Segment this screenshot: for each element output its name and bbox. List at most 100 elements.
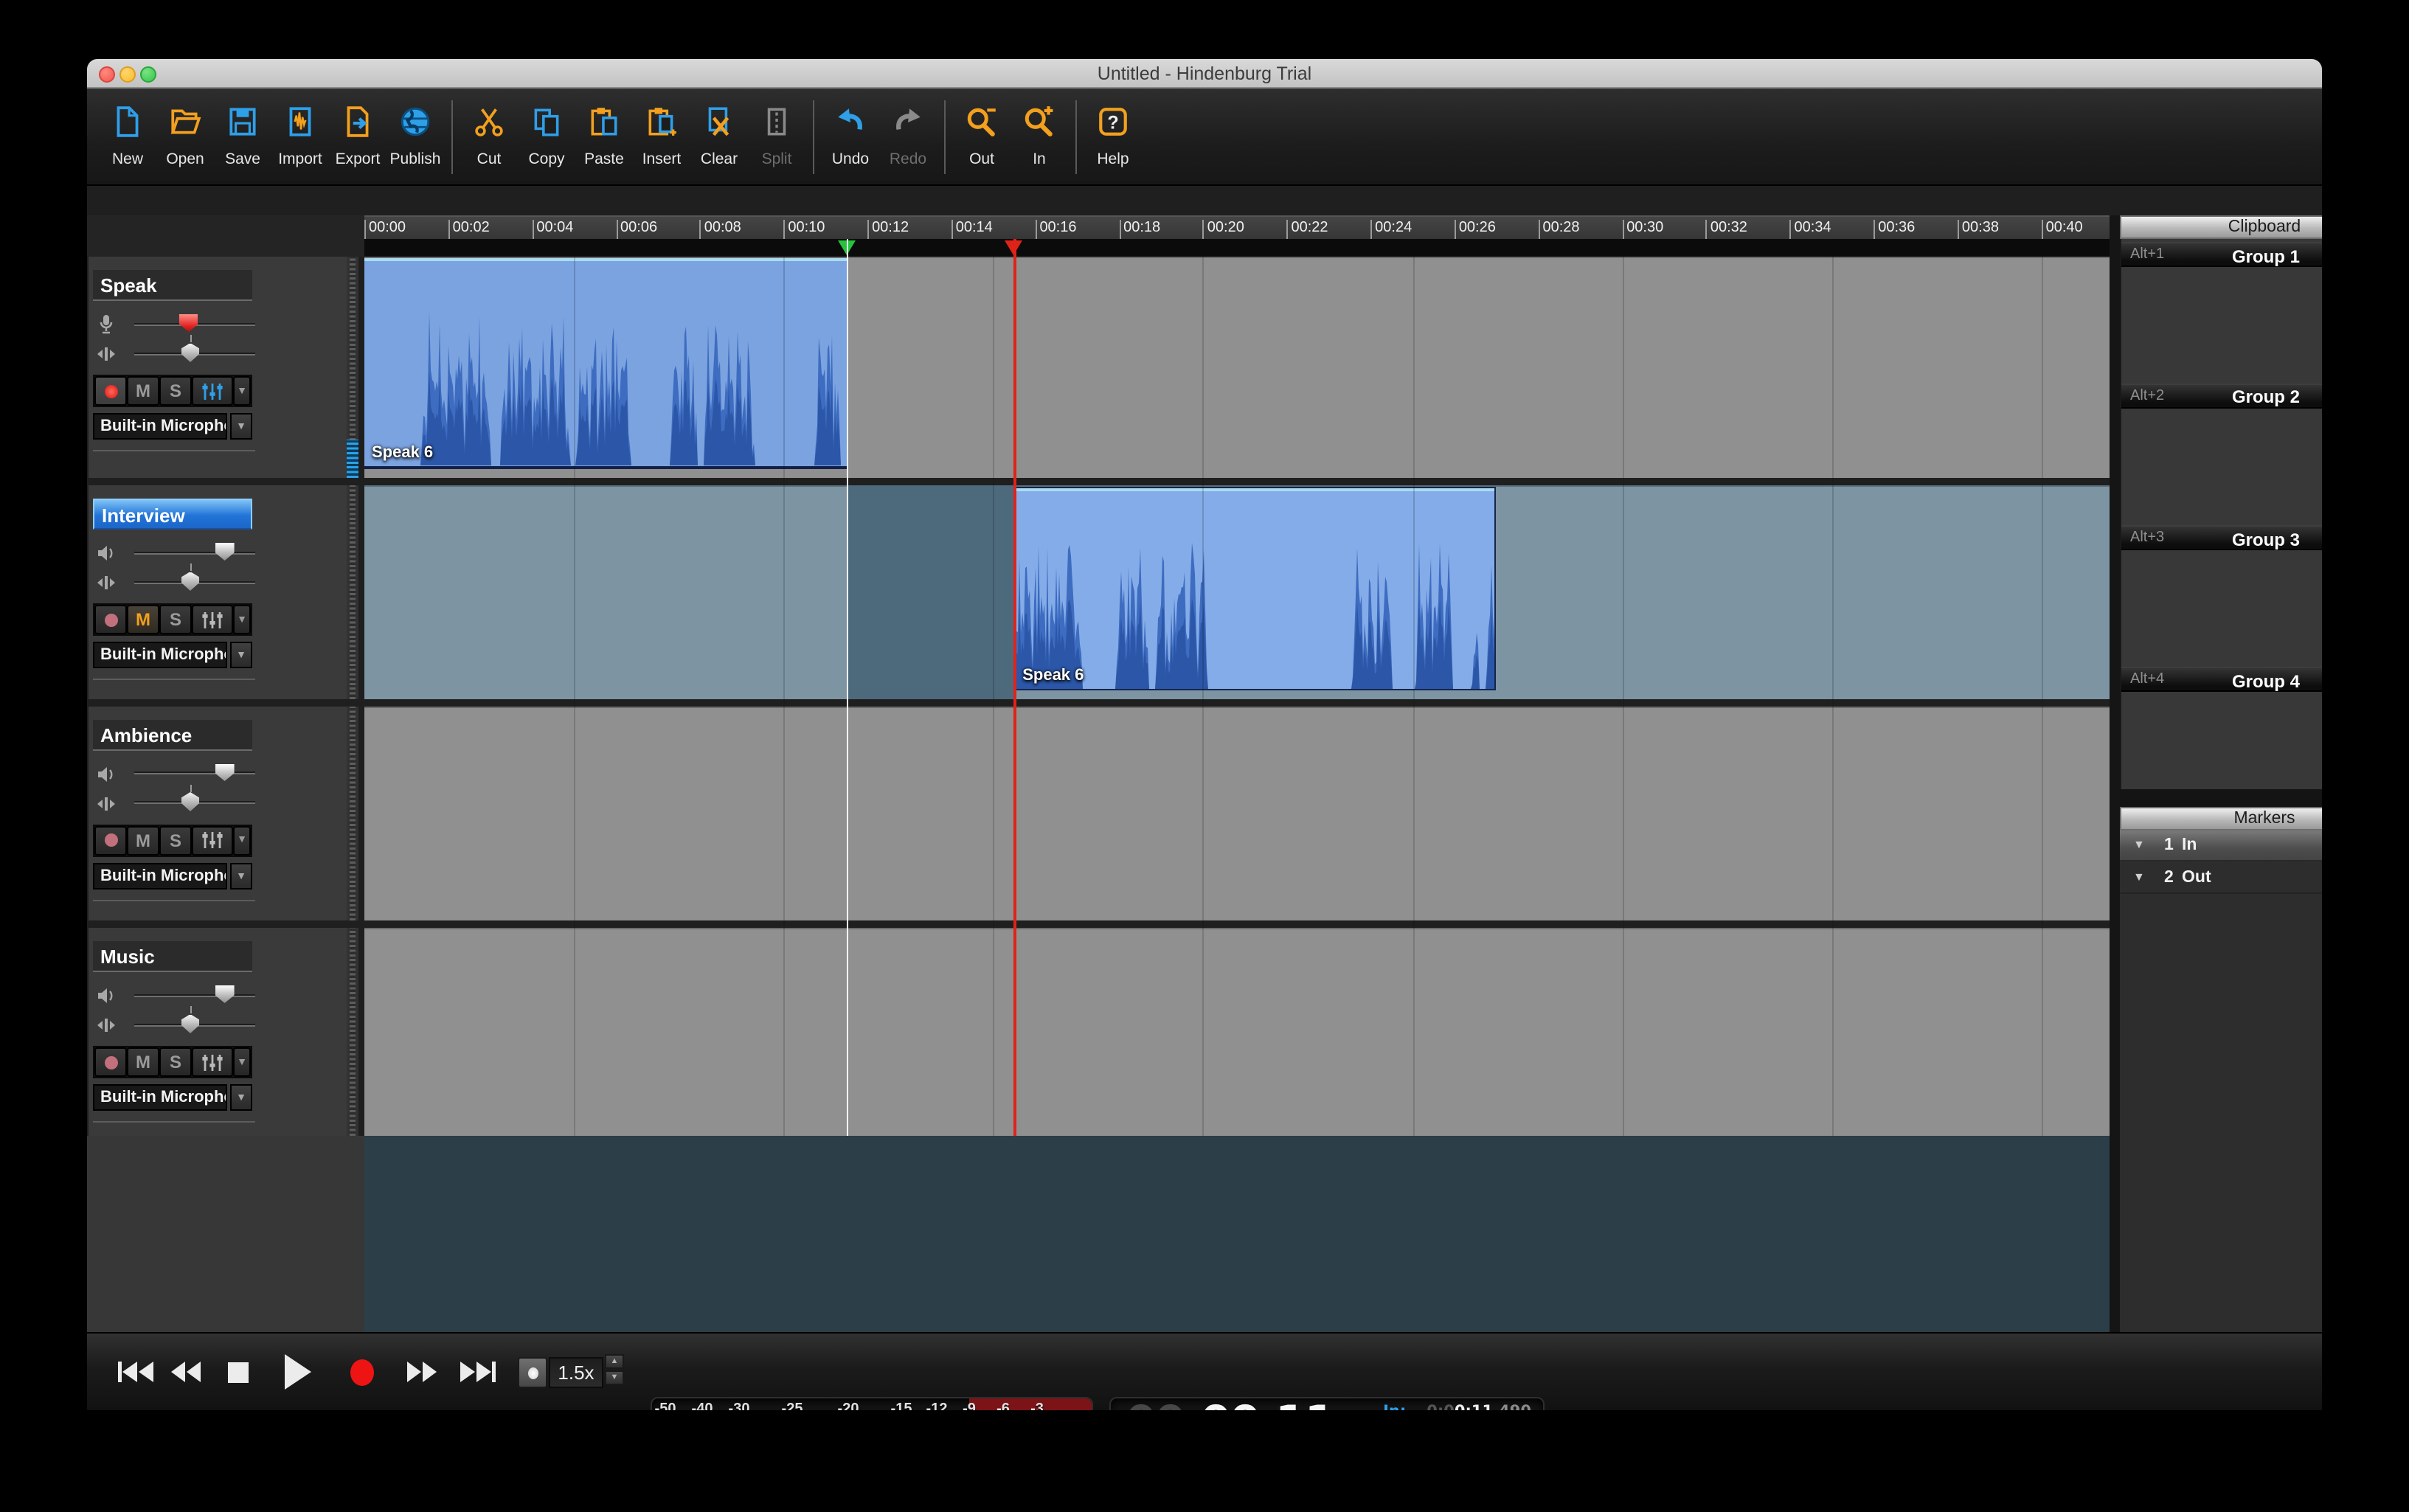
mute-button[interactable]: M: [127, 605, 159, 634]
eq-button[interactable]: [192, 605, 233, 634]
solo-button[interactable]: S: [159, 1047, 192, 1077]
ruler-tick: [2041, 220, 2043, 239]
clear-icon: [702, 105, 736, 146]
mute-button[interactable]: M: [127, 376, 159, 406]
track-name-interview[interactable]: Interview: [93, 499, 252, 530]
timeline-gridline: [783, 257, 786, 1136]
toolbar-button-publish[interactable]: Publish: [387, 98, 444, 175]
toolbar-button-clear[interactable]: Clear: [690, 98, 748, 175]
audio-region[interactable]: Speak 6: [364, 258, 847, 468]
track-lane-interview[interactable]: Speak 6: [364, 485, 2110, 699]
input-device-select[interactable]: Built-in Microphone: [93, 1084, 227, 1111]
track-name-music[interactable]: Music: [93, 941, 252, 972]
rewind-button[interactable]: [170, 1354, 202, 1390]
track-lane-ambience[interactable]: [364, 706, 2110, 920]
record-button[interactable]: [348, 1354, 376, 1390]
timeline-ruler[interactable]: 00:00 00:02 00:04 00:06 00:08 00:10 00:12 00:14…: [364, 215, 2110, 239]
track-lane-speak[interactable]: Speak 6: [364, 257, 2110, 477]
record-arm-button[interactable]: [94, 1047, 127, 1077]
input-device-dropdown-button[interactable]: ▼: [230, 862, 252, 889]
eq-button[interactable]: [192, 1047, 233, 1077]
eq-button[interactable]: [192, 376, 233, 406]
input-device-select[interactable]: Built-in Microphone: [93, 862, 227, 889]
playhead-line[interactable]: [846, 239, 849, 1136]
readout-row-in: In: 0:00:11.490: [1357, 1403, 1531, 1410]
toolbar-button-zoom-in[interactable]: In: [1011, 98, 1068, 175]
clipboard-group-header[interactable]: Alt+1 Group 1: [2121, 242, 2322, 267]
track-options-button[interactable]: ▼: [233, 825, 251, 855]
eq-button[interactable]: [192, 825, 233, 855]
timeline-gridline: [574, 257, 576, 1136]
stop-button[interactable]: [227, 1354, 249, 1390]
toolbar-button-insert[interactable]: Insert: [633, 98, 690, 175]
title-bar[interactable]: Untitled - Hindenburg Trial: [87, 59, 2322, 89]
track-options-button[interactable]: ▼: [233, 1047, 251, 1077]
track-name-speak[interactable]: Speak: [93, 270, 252, 301]
meter-scale-label: -20: [837, 1401, 859, 1410]
go-to-start-button[interactable]: [117, 1354, 155, 1390]
mute-button[interactable]: M: [127, 825, 159, 855]
mute-button[interactable]: M: [127, 1047, 159, 1077]
toolbar-button-open[interactable]: Open: [156, 98, 214, 175]
toolbar-button-copy[interactable]: Copy: [518, 98, 575, 175]
solo-button[interactable]: S: [159, 376, 192, 406]
fast-forward-button[interactable]: [406, 1354, 438, 1390]
pan-slider-thumb[interactable]: [181, 572, 199, 591]
screen: Untitled - Hindenburg Trial New Open Save I…: [0, 0, 2409, 1512]
input-select-row: Built-in Microphone▼: [93, 642, 252, 668]
solo-button[interactable]: S: [159, 825, 192, 855]
speed-down-button[interactable]: ▼: [605, 1370, 624, 1385]
track-lane-music[interactable]: [364, 928, 2110, 1136]
go-to-end-button[interactable]: [459, 1354, 497, 1390]
input-device-dropdown-button[interactable]: ▼: [230, 642, 252, 668]
toolbar-button-export[interactable]: Export: [329, 98, 387, 175]
toolbar-button-help[interactable]: ? Help: [1084, 98, 1142, 175]
audio-region[interactable]: Speak 6: [1013, 487, 1497, 690]
marker-row-out[interactable]: ▼2Out0:15: [2120, 862, 2322, 893]
volume-slider-thumb[interactable]: [215, 543, 235, 561]
marker-row-in[interactable]: ▼1In0:11: [2120, 830, 2322, 861]
ruler-label: 00:18: [1123, 220, 1161, 236]
toolbar-button-undo[interactable]: Undo: [822, 98, 879, 175]
pan-slider-thumb[interactable]: [181, 792, 199, 811]
pan-slider-thumb[interactable]: [181, 343, 199, 362]
clipboard-group-header[interactable]: Alt+3 Group 3: [2121, 525, 2322, 550]
pan-slider-thumb[interactable]: [181, 1014, 199, 1033]
ruler-label: 00:06: [620, 220, 658, 236]
track-name-ambience[interactable]: Ambience: [93, 719, 252, 750]
toolbar-button-label: Copy: [528, 150, 565, 168]
toolbar-button-paste[interactable]: Paste: [575, 98, 633, 175]
input-device-dropdown-button[interactable]: ▼: [230, 413, 252, 440]
toolbar-button-save[interactable]: Save: [214, 98, 271, 175]
clipboard-group-header[interactable]: Alt+2 Group 2: [2121, 383, 2322, 408]
input-device-select[interactable]: Built-in Microphone: [93, 642, 227, 668]
marker-expand-icon[interactable]: ▼: [2133, 838, 2145, 851]
header-divider: [93, 1121, 255, 1123]
solo-button[interactable]: S: [159, 605, 192, 634]
volume-slider-thumb[interactable]: [215, 985, 235, 1003]
toolbar-button-cut[interactable]: Cut: [460, 98, 518, 175]
record-arm-button[interactable]: [94, 605, 127, 634]
timeline-gridline: [993, 257, 995, 1136]
record-arm-button[interactable]: [94, 376, 127, 406]
play-button[interactable]: [283, 1354, 313, 1390]
speed-toggle-button[interactable]: [518, 1357, 547, 1388]
toolbar-button-new[interactable]: New: [99, 98, 156, 175]
track-options-button[interactable]: ▼: [233, 605, 251, 634]
record-arm-button[interactable]: [94, 825, 127, 855]
clipboard-group-header[interactable]: Alt+4 Group 4: [2121, 667, 2322, 692]
speed-up-button[interactable]: ▲: [605, 1354, 624, 1369]
out-marker-line[interactable]: [1013, 239, 1016, 1136]
input-device-dropdown-button[interactable]: ▼: [230, 1084, 252, 1111]
volume-slider-thumb[interactable]: [178, 314, 198, 332]
toolbar-button-import[interactable]: Import: [271, 98, 329, 175]
go-to-start-icon: [118, 1362, 153, 1382]
marker-expand-icon[interactable]: ▼: [2133, 870, 2145, 883]
marker-strip[interactable]: [364, 239, 2110, 257]
toolbar-button-zoom-out[interactable]: Out: [953, 98, 1011, 175]
speaker-icon: [96, 985, 117, 1013]
track-options-button[interactable]: ▼: [233, 376, 251, 406]
volume-slider-thumb[interactable]: [215, 763, 235, 781]
track-buttons: M S ▼: [93, 375, 252, 407]
input-device-select[interactable]: Built-in Microphone: [93, 413, 227, 440]
